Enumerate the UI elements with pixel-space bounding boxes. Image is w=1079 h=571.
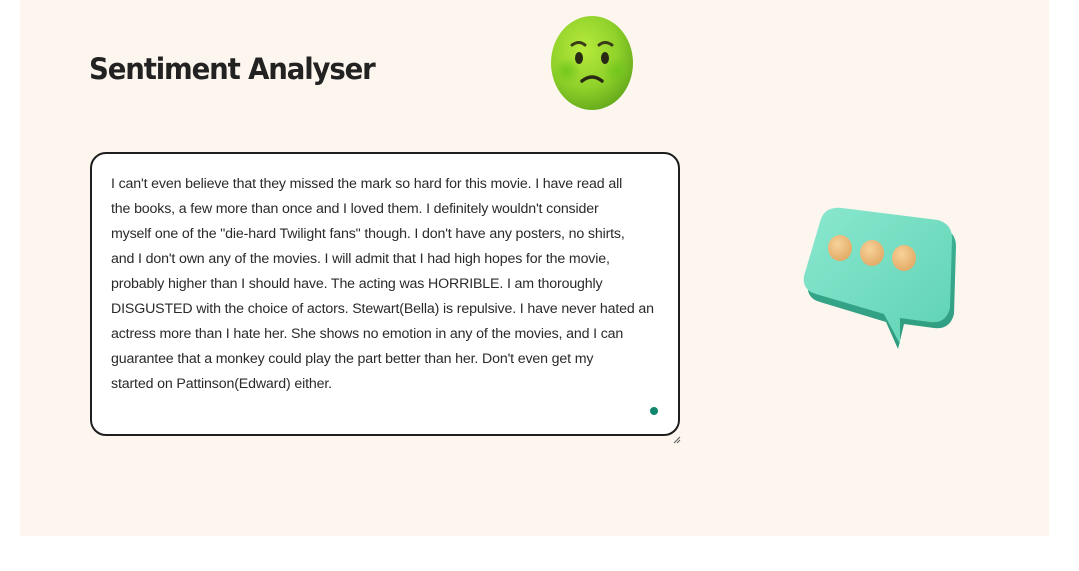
page-title: Sentiment Analyser	[89, 52, 376, 86]
app-panel: Sentiment Analyser I can't even believe …	[20, 0, 1049, 536]
resize-handle[interactable]	[673, 429, 681, 444]
review-line: I can't even believe that they missed th…	[111, 176, 623, 192]
review-text[interactable]: I can't even believe that they missed th…	[111, 172, 669, 397]
status-indicator	[650, 407, 658, 415]
review-line: DISGUSTED with the choice of actors. Ste…	[111, 301, 654, 317]
review-line: myself one of the "die-hard Twilight fan…	[111, 226, 625, 242]
review-line: started on Pattinson(Edward) either.	[111, 376, 332, 392]
review-line: actress more than I hate her. She shows …	[111, 326, 624, 342]
review-text-input[interactable]: I can't even believe that they missed th…	[90, 152, 681, 444]
nauseated-face-icon	[550, 15, 634, 111]
review-line: probably higher than I should have. The …	[111, 276, 603, 292]
review-line: guarantee that a monkey could play the p…	[111, 351, 594, 367]
review-line: and I don't own any of the movies. I wil…	[111, 251, 610, 267]
chat-bubble-icon	[802, 206, 956, 352]
review-line: the books, a few more than once and I lo…	[111, 201, 599, 217]
